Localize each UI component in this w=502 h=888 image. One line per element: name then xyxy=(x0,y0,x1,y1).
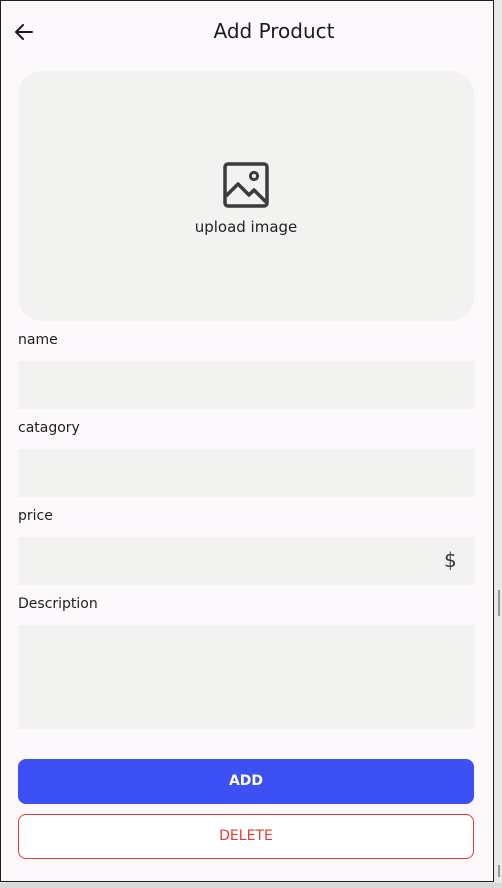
upload-image-area[interactable]: upload image xyxy=(18,71,474,321)
name-label: name xyxy=(18,332,58,348)
app-window: Add Product upload image name catagory p… xyxy=(0,0,494,882)
name-field[interactable] xyxy=(18,361,474,409)
window-bottom-edge xyxy=(0,883,502,888)
upload-image-label: upload image xyxy=(194,218,298,236)
description-field[interactable] xyxy=(18,625,474,729)
dollar-icon: $ xyxy=(444,548,457,572)
category-field[interactable] xyxy=(18,449,474,497)
delete-button[interactable]: DELETE xyxy=(18,814,474,859)
price-field[interactable] xyxy=(18,537,474,585)
scrollbar-mark xyxy=(498,865,500,877)
category-label: catagory xyxy=(18,420,80,436)
image-icon xyxy=(223,162,269,208)
scrollbar-mark xyxy=(498,590,500,616)
window-edge xyxy=(496,0,502,888)
page-title: Add Product xyxy=(213,19,335,43)
price-label: price xyxy=(18,508,53,524)
description-label: Description xyxy=(18,596,98,612)
add-button[interactable]: ADD xyxy=(18,759,474,804)
